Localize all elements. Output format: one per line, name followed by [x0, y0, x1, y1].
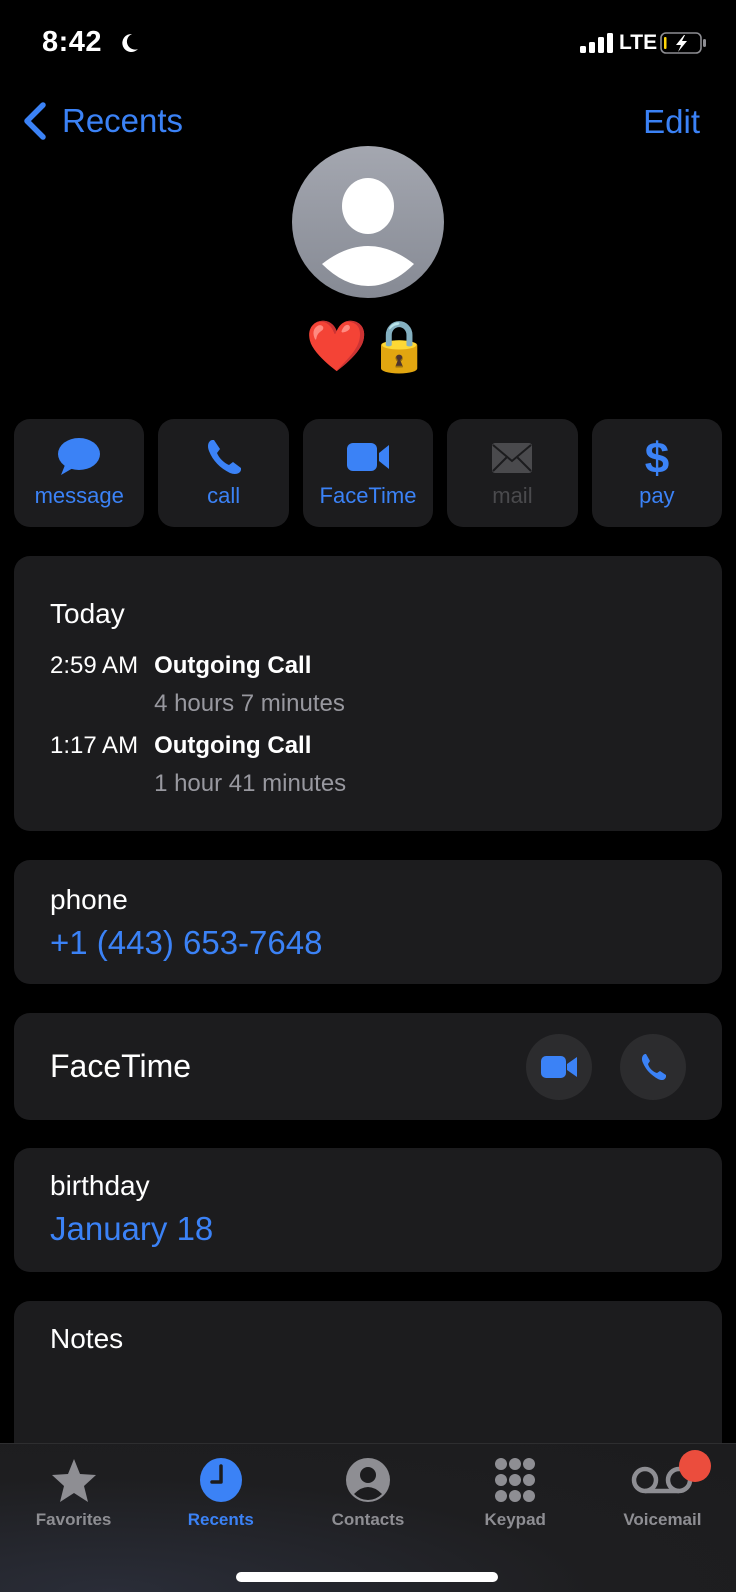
tab-contacts[interactable]: Contacts	[294, 1444, 441, 1530]
phone-icon	[641, 1053, 666, 1080]
call-duration: 1 hour 41 minutes	[154, 770, 347, 797]
home-indicator[interactable]	[236, 1572, 498, 1582]
call-time: 2:59 AM	[50, 652, 139, 679]
call-label: call	[207, 483, 241, 508]
dollar-icon: $	[645, 437, 669, 477]
person-silhouette-icon	[322, 178, 414, 286]
call-row: 2:59 AM Outgoing Call 4 hours 7 minutes	[50, 652, 686, 718]
navigation-bar: Recents Edit	[0, 95, 736, 150]
contact-name: ❤️🔒	[305, 318, 431, 374]
message-button[interactable]: message	[14, 419, 145, 527]
tab-label: Contacts	[331, 1510, 405, 1529]
pay-button[interactable]: $ pay	[591, 419, 723, 527]
network-type: LTE	[619, 31, 658, 54]
tab-label: Favorites	[35, 1510, 112, 1529]
mail-label: mail	[492, 483, 533, 508]
birthday-value[interactable]: January 18	[50, 1210, 686, 1248]
keypad-icon	[495, 1458, 536, 1502]
chevron-left-icon	[24, 102, 46, 140]
call-button[interactable]: call	[158, 419, 289, 527]
call-duration: 4 hours 7 minutes	[154, 690, 345, 717]
edit-button[interactable]: Edit	[643, 103, 700, 141]
signal-strength-icon	[580, 33, 613, 53]
pay-label: pay	[639, 483, 675, 508]
tab-recents[interactable]: Recents	[147, 1444, 294, 1530]
notes-label: Notes	[50, 1323, 124, 1354]
phone-icon	[207, 440, 241, 474]
tab-label: Recents	[187, 1510, 254, 1529]
birthday-label: birthday	[50, 1170, 150, 1201]
call-time: 1:17 AM	[50, 732, 139, 759]
tab-label: Keypad	[484, 1510, 546, 1529]
star-icon	[51, 1459, 96, 1502]
video-icon	[541, 1055, 577, 1078]
facetime-video-button[interactable]	[526, 1033, 592, 1100]
tab-bar: Favorites Recents Contacts Keypad Voicem…	[0, 1443, 736, 1592]
message-label: message	[34, 483, 124, 508]
message-bubble-icon	[58, 438, 101, 475]
person-circle-icon	[346, 1458, 390, 1502]
status-bar: 8:42 LTE	[0, 0, 736, 80]
facetime-button[interactable]: FaceTime	[302, 419, 434, 527]
video-icon	[347, 443, 390, 471]
tab-keypad[interactable]: Keypad	[442, 1444, 589, 1530]
phone-card: phone +1 (443) 653-7648	[14, 860, 722, 984]
svg-text:$: $	[645, 437, 669, 477]
back-button[interactable]: Recents	[22, 102, 183, 140]
tab-voicemail[interactable]: Voicemail	[589, 1444, 736, 1530]
clock-icon	[199, 1458, 242, 1502]
recent-calls-title: Today	[50, 598, 125, 629]
tab-favorites[interactable]: Favorites	[0, 1444, 147, 1530]
avatar	[292, 146, 444, 298]
voicemail-badge	[678, 1450, 711, 1482]
recent-calls-card: Today 2:59 AM Outgoing Call 4 hours 7 mi…	[14, 556, 722, 831]
call-type: Outgoing Call	[154, 652, 312, 679]
mail-button[interactable]: mail	[447, 419, 578, 527]
facetime-label: FaceTime	[50, 1048, 192, 1084]
call-row: 1:17 AM Outgoing Call 1 hour 41 minutes	[50, 732, 686, 798]
call-type: Outgoing Call	[154, 732, 312, 759]
facetime-label: FaceTime	[319, 483, 417, 508]
tab-label: Voicemail	[623, 1510, 702, 1529]
envelope-icon	[492, 443, 533, 473]
facetime-card: FaceTime	[14, 1013, 722, 1120]
phone-number-link[interactable]: +1 (443) 653-7648	[50, 924, 686, 962]
birthday-card: birthday January 18	[14, 1148, 722, 1272]
quick-actions: message call FaceTime mail $ pay	[14, 419, 723, 527]
status-time: 8:42	[42, 26, 103, 58]
battery-charging-icon	[660, 32, 706, 54]
back-label: Recents	[62, 102, 184, 139]
phone-label: phone	[50, 884, 128, 915]
facetime-audio-button[interactable]	[620, 1033, 686, 1100]
moon-icon	[122, 33, 138, 52]
